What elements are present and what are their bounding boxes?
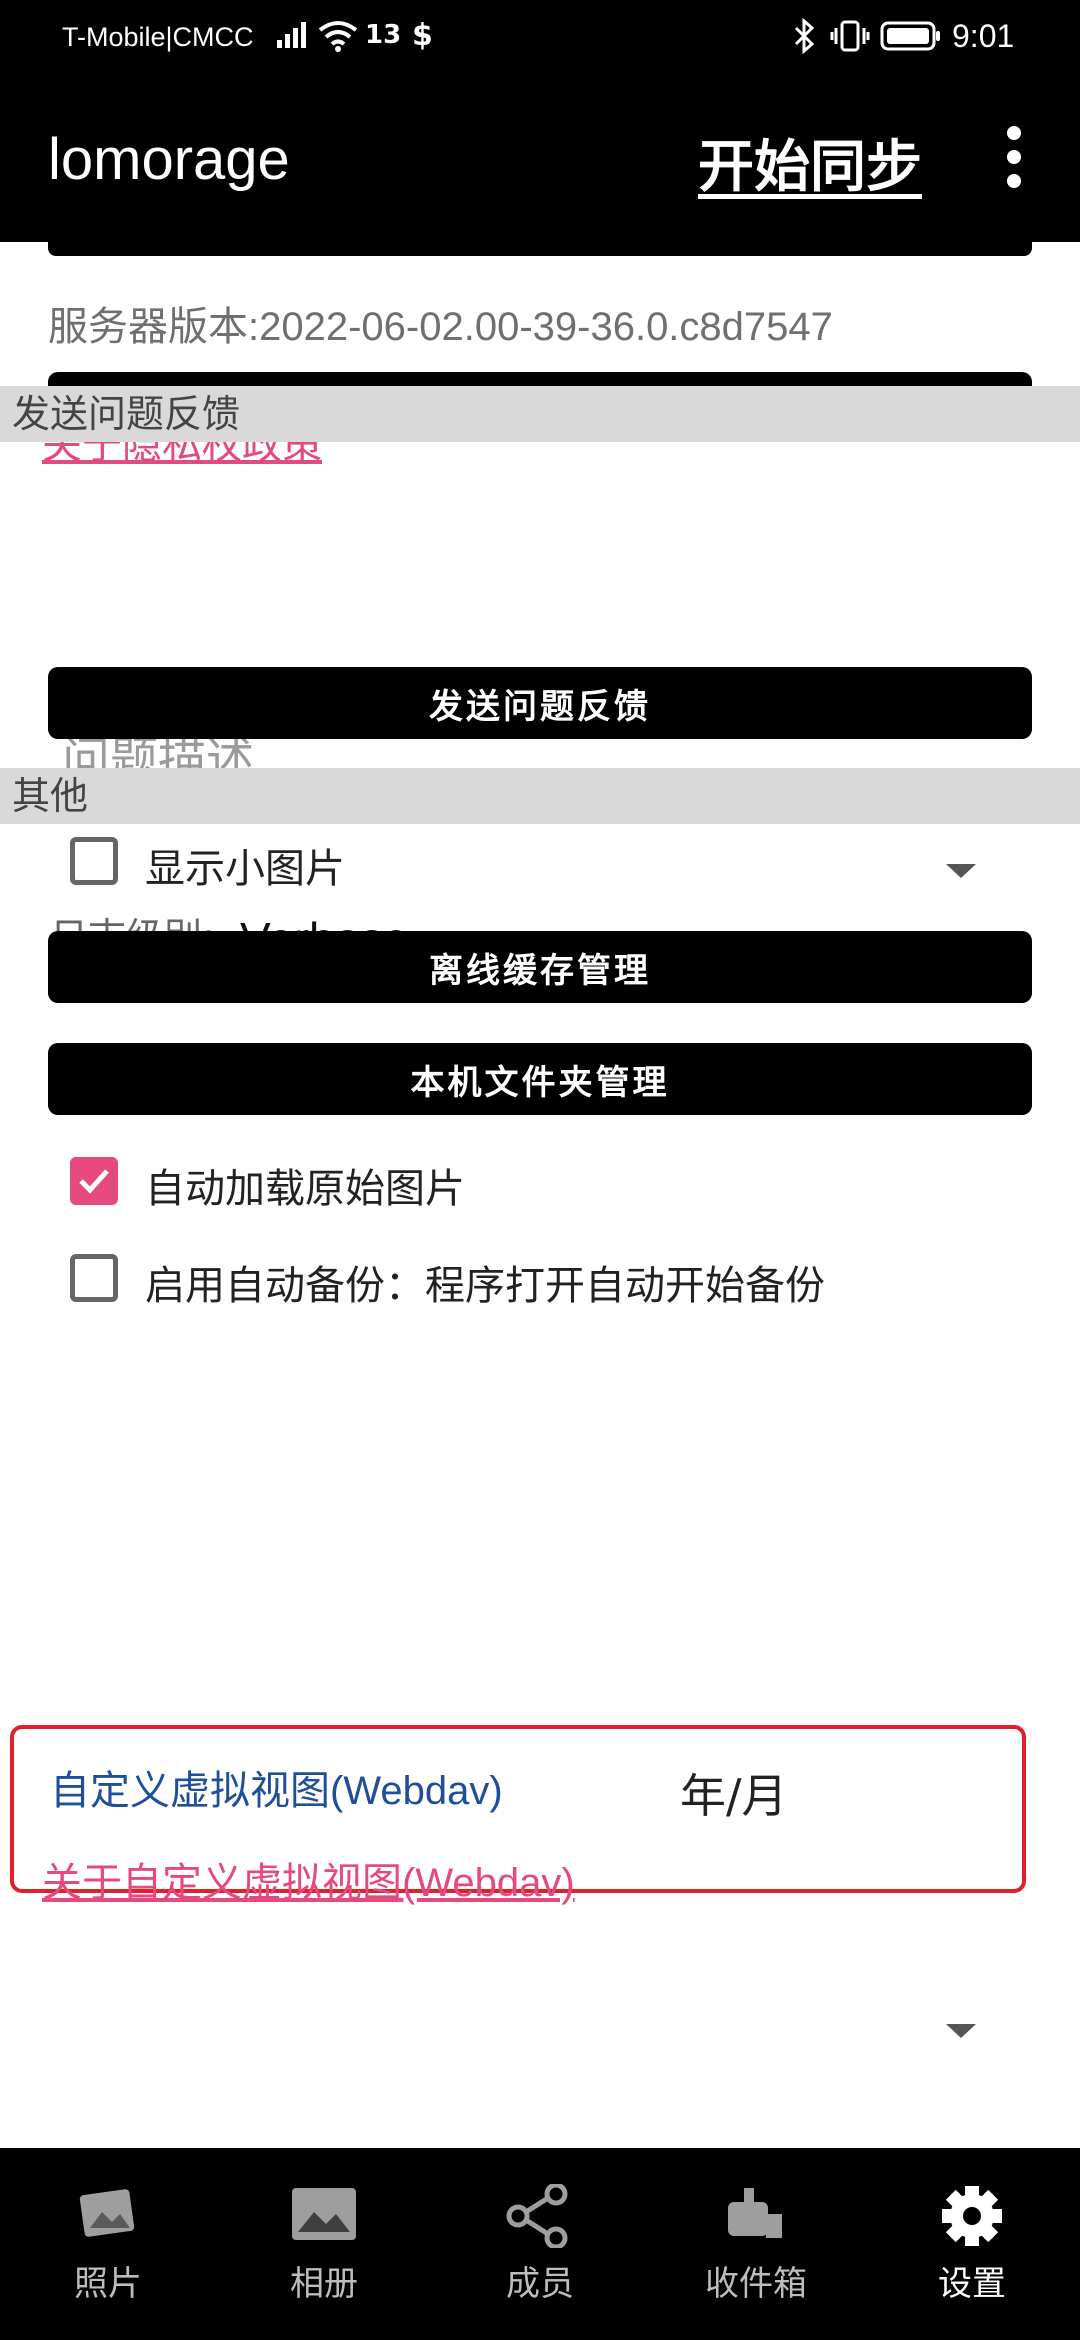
bluetooth-icon	[794, 18, 815, 54]
carrier-text: T-Mobile|CMCC	[62, 22, 254, 52]
auto-load-original-checkbox[interactable]	[70, 1157, 118, 1205]
nav-members-label: 成员	[506, 2264, 574, 2304]
bottom-navigation: 照片 相册 成员 收件箱 设置	[0, 2148, 1080, 2340]
local-folder-button[interactable]: 本机文件夹管理	[48, 1043, 1032, 1115]
app-title: lomorage	[48, 127, 290, 192]
nav-photos-label: 照片	[74, 2264, 142, 2304]
partial-button[interactable]	[48, 242, 1032, 256]
show-small-images-checkbox[interactable]	[70, 837, 118, 885]
other-section-header: 其他	[0, 768, 1080, 824]
clock: 9:01	[952, 18, 1015, 54]
offline-cache-button[interactable]: 离线缓存管理	[48, 931, 1032, 1003]
feedback-section-header: 发送问题反馈	[0, 386, 1080, 442]
custom-view-select[interactable]: 年/月	[680, 1760, 788, 1826]
send-feedback-button[interactable]: 发送问题反馈	[48, 667, 1032, 739]
status-symbol: $	[412, 18, 433, 53]
server-version-text: 服务器版本:2022-06-02.00-39-36.0.c8d7547	[48, 305, 833, 349]
share-icon	[506, 2184, 568, 2248]
wifi-icon	[318, 21, 358, 52]
dropdown-arrow-icon[interactable]	[946, 864, 976, 878]
auto-backup-checkbox[interactable]	[70, 1254, 118, 1302]
custom-view-dropdown-icon[interactable]	[946, 2024, 976, 2038]
status-bar: T-Mobile|CMCC 13 $ 9:01	[0, 0, 1080, 76]
gear-icon	[942, 2186, 1002, 2246]
signal-icon	[277, 22, 306, 48]
auto-backup-label: 启用自动备份：程序打开自动开始备份	[145, 1263, 825, 1309]
more-options-icon[interactable]	[1000, 126, 1028, 196]
custom-view-label: 自定义虚拟视图(Webdav)	[50, 1769, 503, 1813]
nav-settings[interactable]: 设置	[864, 2148, 1080, 2340]
nav-inbox[interactable]: 收件箱	[648, 2148, 864, 2340]
battery-icon	[880, 21, 940, 51]
inbox-icon	[728, 2188, 782, 2238]
album-icon	[292, 2188, 356, 2240]
vibrate-icon	[830, 20, 870, 52]
photos-icon	[79, 2189, 135, 2237]
nav-album[interactable]: 相册	[216, 2148, 432, 2340]
nav-members[interactable]: 成员	[432, 2148, 648, 2340]
nav-settings-label: 设置	[938, 2264, 1006, 2304]
nav-album-label: 相册	[290, 2264, 358, 2304]
nav-photos[interactable]: 照片	[0, 2148, 216, 2340]
show-small-images-label: 显示小图片	[145, 846, 345, 892]
network-indicator: 13	[365, 20, 402, 50]
checkmark-icon	[79, 1169, 109, 1194]
start-sync-button[interactable]: 开始同步	[698, 122, 922, 203]
auto-load-original-label: 自动加载原始图片	[145, 1166, 465, 1212]
app-bar: lomorage 开始同步	[0, 76, 1080, 242]
custom-view-link[interactable]: 关于自定义虚拟视图(Webdav)	[42, 1850, 575, 1908]
nav-inbox-label: 收件箱	[705, 2264, 807, 2304]
